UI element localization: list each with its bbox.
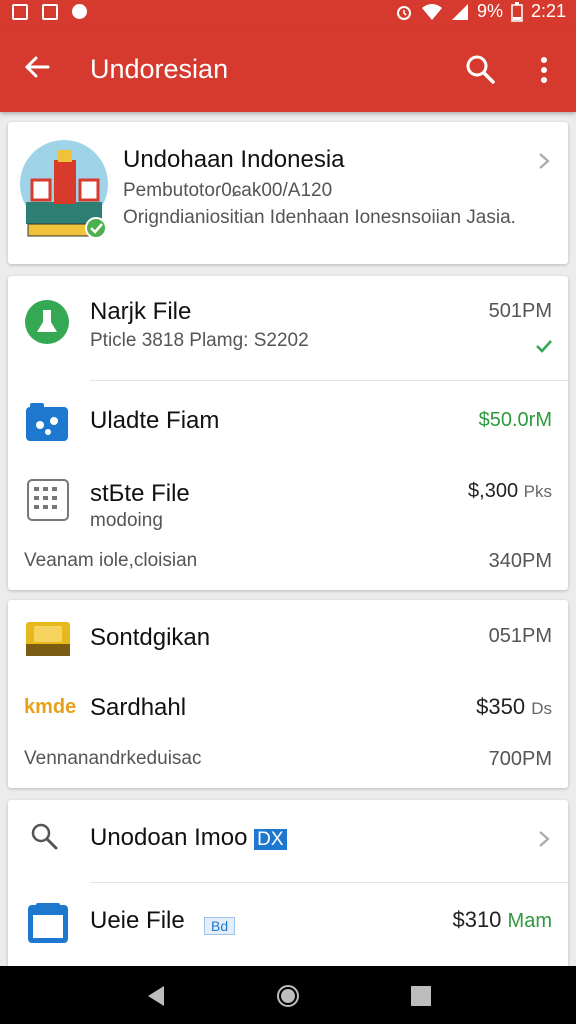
item-time: 501PM [488, 300, 552, 322]
item-amount: $50.0rM [478, 409, 552, 431]
item-title: stБte File [90, 480, 190, 507]
item-amount: $310 [452, 907, 502, 932]
profile-name: Undohaan Indonesia [123, 146, 345, 173]
list-item-sardhahl[interactable]: kmde Sardhahl $350 Ds [8, 680, 568, 740]
overflow-menu-icon[interactable] [536, 56, 552, 84]
search-title: Unodoan Imoo [90, 824, 248, 851]
third-card: Unodoan Imoo DX Ueie File Bd $310 Mam [8, 800, 568, 970]
clock: 2:21 [530, 1, 566, 21]
list-item-ueie-file[interactable]: Ueie File Bd $310 Mam [8, 883, 568, 963]
item-subtitle: Pticle 3818 Plamg: S2202 [90, 330, 309, 351]
temple-avatar-icon [20, 140, 108, 239]
file-chip: Bd [204, 917, 236, 935]
chevron-right-icon [539, 153, 550, 169]
brand-badge: kmde [24, 696, 77, 718]
search-row[interactable]: Unodoan Imoo DX [8, 800, 568, 882]
nav-recents-icon[interactable] [410, 985, 432, 1007]
battery-icon [511, 1, 523, 22]
search-icon [31, 823, 58, 850]
item-title: Sontdgikan [90, 624, 211, 651]
item-title: Sardhahl [90, 694, 187, 721]
list-item-marjk-file[interactable]: Narjk File Pticle 3818 Plamg: S2202 501P… [8, 276, 568, 380]
item-time: 051PM [488, 625, 552, 647]
item-title: Narjk File [90, 298, 192, 325]
signal-icon [451, 3, 468, 20]
window-icon [28, 903, 68, 943]
notification-dot-icon [72, 4, 87, 19]
file-chip-label: Bd [211, 918, 229, 934]
folder-tray-icon [26, 622, 70, 656]
back-arrow-icon[interactable] [22, 52, 52, 82]
card-footer-left: Veanam iole,cloisian [24, 550, 198, 571]
system-navigation-bar [0, 966, 576, 1024]
item-subtitle: modoing [90, 510, 163, 531]
sim-notification-icon [42, 4, 58, 20]
check-icon [536, 340, 552, 353]
status-bar: 9% 2:21 [0, 0, 576, 26]
second-card: Sontdgikan 051PM kmde Sardhahl $350 Ds V… [8, 600, 568, 788]
card-footer-left: Vennanandrkeduisac [24, 748, 202, 769]
item-amount-suffix: Ds [531, 699, 552, 718]
app-bar: Undoresian [0, 26, 576, 112]
nav-back-icon[interactable] [146, 985, 166, 1007]
profile-card[interactable]: Undohaan Indonesia Pembutotoɾ0ɕak00/Α120… [8, 122, 568, 264]
card-footer-right: 700PM [488, 748, 552, 770]
dx-badge: DX [254, 829, 287, 850]
list-item-stbte-file[interactable]: stБte File modoing $,300 Pks [8, 458, 568, 538]
item-title: Uladte Fiam [90, 407, 220, 434]
search-icon[interactable] [465, 54, 495, 84]
item-amount: $,300 [468, 480, 519, 502]
nav-home-icon[interactable] [276, 984, 300, 1008]
calendar-grid-icon [27, 479, 69, 521]
photo-folder-icon [26, 403, 68, 441]
chevron-right-icon [539, 831, 550, 847]
files-card: Narjk File Pticle 3818 Plamg: S2202 501P… [8, 276, 568, 590]
card-footer-right: 340PM [488, 550, 552, 572]
image-notification-icon [12, 4, 28, 20]
item-amount: $350 [476, 694, 526, 719]
list-item-uladte-fiam[interactable]: Uladte Fiam $50.0rM [8, 381, 568, 457]
page-title: Undoresian [90, 54, 229, 84]
flask-icon [25, 300, 69, 344]
list-item-sontdgikan[interactable]: Sontdgikan 051PM [8, 600, 568, 670]
profile-line-2: Origndianiositian Idenhaan Ionesnsoiian … [123, 207, 516, 228]
alarm-icon [396, 5, 411, 20]
item-amount-suffix: Pks [523, 482, 552, 501]
item-amount-suffix: Mam [507, 910, 552, 932]
item-title: Ueie File [90, 907, 185, 934]
battery-percent: 9% [476, 1, 503, 21]
profile-line-1: Pembutotoɾ0ɕak00/Α120 [123, 180, 333, 201]
wifi-icon [421, 3, 442, 20]
